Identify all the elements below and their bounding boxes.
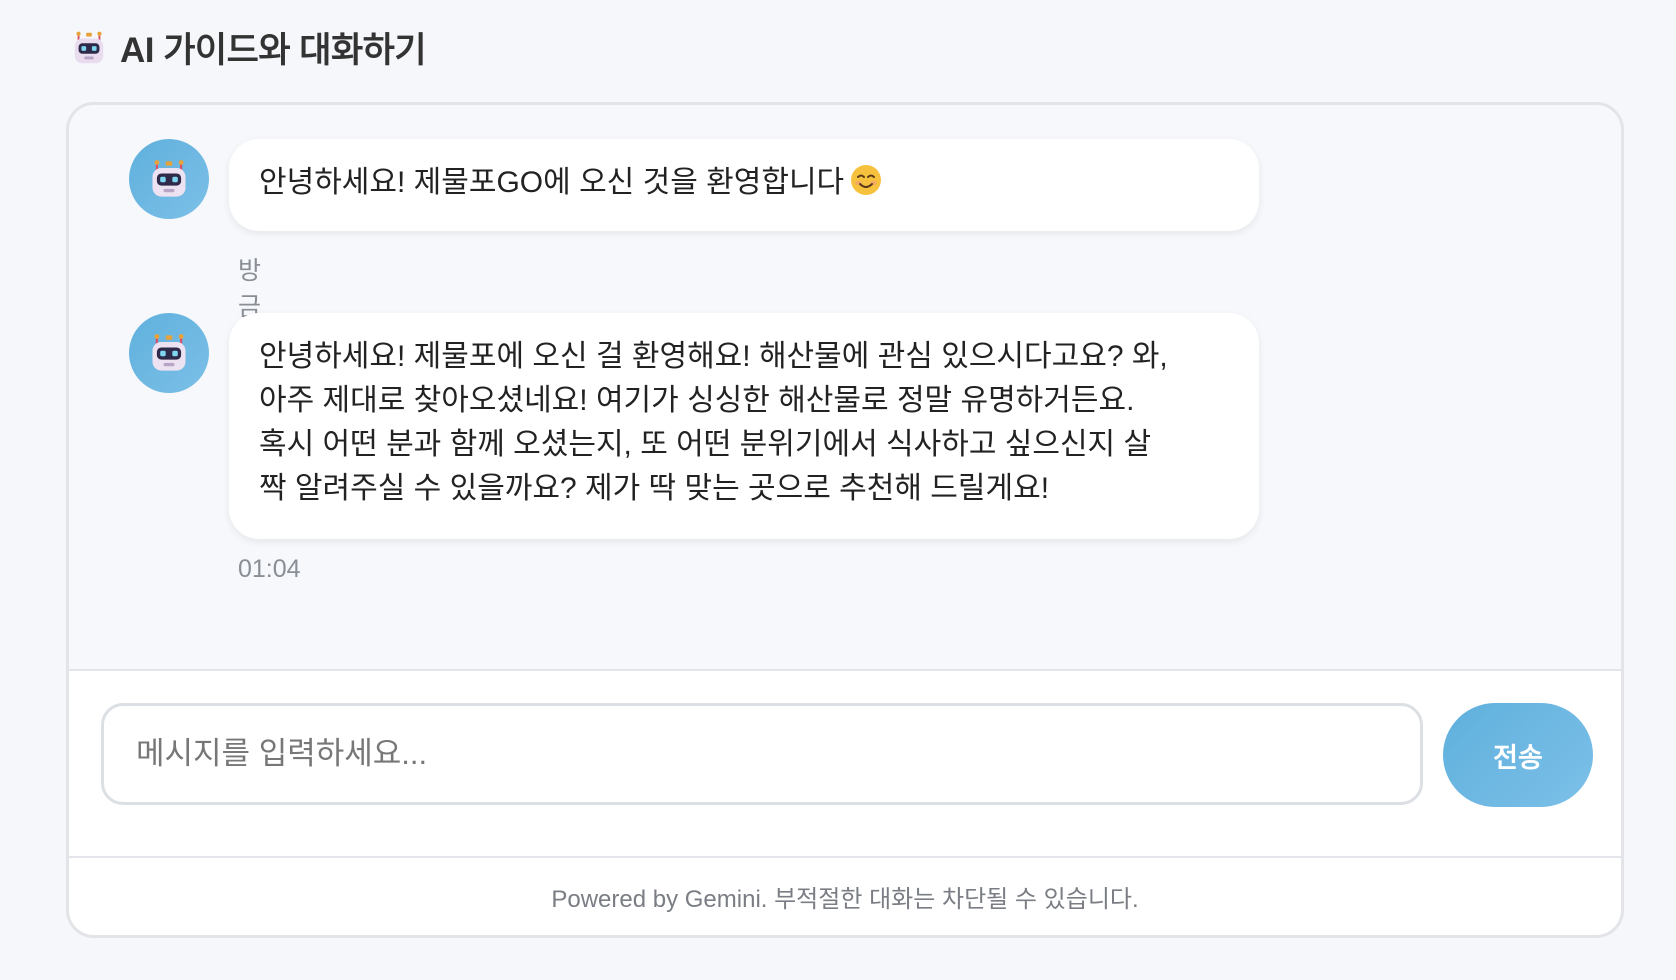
message-bubble: 안녕하세요! 제물포GO에 오신 것을 환영합니다 [229,139,1259,231]
send-button[interactable]: 전송 [1443,703,1593,807]
message-input[interactable] [101,703,1423,805]
page-title: AI 가이드와 대화하기 [120,31,427,70]
page-header: AI 가이드와 대화하기 [70,22,427,73]
input-area: 전송 [69,671,1621,858]
robot-icon [152,334,186,371]
message-bubble: 안녕하세요! 제물포에 오신 걸 환영해요! 해산물에 관심 있으시다고요? 와… [229,313,1259,539]
message-text: 안녕하세요! 제물포GO에 오신 것을 환영합니다 [259,166,845,199]
smiling-face-icon [850,164,882,196]
footer-disclaimer: Powered by Gemini. 부적절한 대화는 차단될 수 있습니다. [551,886,1139,913]
chat-container: 안녕하세요! 제물포GO에 오신 것을 환영합니다 방금 전 안녕하세 [66,102,1624,938]
avatar [129,313,209,393]
message-text: 안녕하세요! 제물포에 오신 걸 환영해요! 해산물에 관심 있으시다고요? 와… [259,340,1168,505]
robot-icon [152,160,186,197]
avatar [129,139,209,219]
messages-area[interactable]: 안녕하세요! 제물포GO에 오신 것을 환영합니다 방금 전 안녕하세 [69,105,1621,671]
message-time: 01:04 [238,555,301,583]
robot-icon [70,29,108,67]
